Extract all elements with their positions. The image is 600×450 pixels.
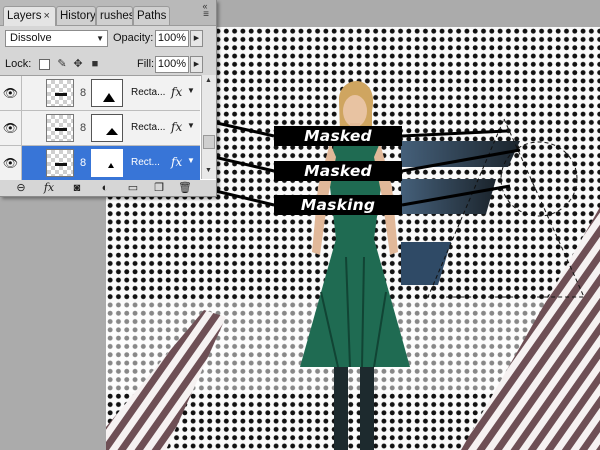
tab-history[interactable]: History (56, 6, 96, 25)
lock-pixels-icon[interactable]: ✎ (56, 58, 68, 70)
tab-brushes[interactable]: rushes (96, 6, 133, 25)
layer-mask-thumbnail[interactable] (91, 79, 123, 107)
layer-row-2[interactable]: 👁 8 Recta... fx ▼ (0, 111, 200, 146)
lock-label: Lock: (5, 58, 32, 70)
chevron-down-icon: ▼ (96, 34, 104, 43)
layer-thumbnail[interactable] (46, 79, 74, 107)
dark-band-bottom (401, 242, 451, 285)
fx-icon[interactable]: fx (171, 85, 182, 99)
fill-input[interactable]: 100% (155, 56, 189, 73)
panel-menu-icon[interactable]: ≡ (200, 9, 212, 21)
lock-all-icon[interactable]: ■ (89, 58, 101, 70)
layers-list: 👁 8 Recta... fx ▼ 👁 8 Recta... fx ▼ 👁 8 … (0, 75, 216, 180)
fill-label: Fill: (137, 58, 155, 70)
dark-band-top (401, 141, 520, 167)
layer-row-1[interactable]: 👁 8 Recta... fx ▼ (0, 76, 200, 111)
tab-layers-label: Layers (7, 10, 42, 22)
opacity-slider-button[interactable]: ▶ (190, 30, 203, 47)
blend-row: Dissolve ▼ Opacity: 100% ▶ (0, 26, 216, 52)
fill-slider-button[interactable]: ▶ (190, 56, 203, 73)
blend-mode-select[interactable]: Dissolve ▼ (5, 30, 108, 47)
link-icon[interactable]: 8 (79, 86, 87, 100)
eye-icon[interactable]: 👁 (0, 111, 22, 145)
scrollbar-thumb[interactable] (203, 135, 215, 149)
link-icon[interactable]: 8 (79, 121, 87, 135)
tab-paths[interactable]: Paths (133, 6, 170, 25)
layer-mask-thumbnail[interactable] (91, 114, 123, 142)
new-layer-icon[interactable]: ❐ (152, 182, 166, 194)
layers-panel: Layers × History rushes Paths « ≡ Dissolv… (0, 0, 217, 197)
add-mask-icon[interactable]: ◙ (70, 182, 84, 194)
panel-tab-bar: Layers × History rushes Paths « ≡ (0, 0, 216, 26)
layer-name[interactable]: Recta... (131, 122, 165, 133)
chevron-down-icon[interactable]: ▼ (187, 156, 195, 165)
lock-row: Lock: ✎ ✥ ■ Fill: 100% ▶ (0, 53, 216, 75)
layer-thumbnail[interactable] (46, 114, 74, 142)
layer-row-3[interactable]: 👁 8 Rect... fx ▼ (0, 146, 200, 180)
tab-layers[interactable]: Layers × (3, 6, 56, 26)
link-layers-icon[interactable]: ⊖ (14, 182, 28, 194)
adjustment-layer-icon[interactable]: ◐ (98, 182, 112, 194)
fx-icon[interactable]: fx (171, 120, 182, 134)
fx-icon[interactable]: fx (171, 155, 182, 169)
delete-layer-icon[interactable]: 🗑 (178, 182, 192, 194)
layer-name[interactable]: Recta... (131, 87, 165, 98)
chevron-down-icon[interactable]: ▼ (187, 86, 195, 95)
new-group-icon[interactable]: ▭ (126, 182, 140, 194)
opacity-label: Opacity: (113, 32, 154, 44)
layer-mask-thumbnail[interactable] (91, 149, 123, 177)
lock-transparency-icon[interactable] (39, 59, 50, 70)
opacity-input[interactable]: 100% (155, 30, 189, 47)
callout-masked-1: Masked (274, 126, 402, 146)
lock-position-icon[interactable]: ✥ (72, 58, 84, 70)
callout-masking: Masking (274, 195, 402, 215)
link-icon[interactable]: 8 (79, 156, 87, 170)
layers-scrollbar[interactable]: ▲ ▼ (201, 75, 216, 179)
close-icon[interactable]: × (44, 10, 50, 22)
layer-name[interactable]: Rect... (131, 157, 160, 168)
dark-band-middle (401, 179, 496, 214)
scroll-down-icon[interactable]: ▼ (202, 167, 215, 174)
scroll-up-icon[interactable]: ▲ (202, 77, 215, 84)
eye-icon[interactable]: 👁 (0, 146, 22, 180)
add-style-icon[interactable]: fx (42, 182, 56, 194)
eye-icon[interactable]: 👁 (0, 76, 22, 110)
callout-masked-2: Masked (274, 161, 402, 181)
blend-mode-value: Dissolve (10, 32, 52, 44)
chevron-down-icon[interactable]: ▼ (187, 121, 195, 130)
layer-thumbnail[interactable] (46, 149, 74, 177)
layers-bottom-toolbar: ⊖ fx ◙ ◐ ▭ ❐ 🗑 (0, 180, 216, 196)
